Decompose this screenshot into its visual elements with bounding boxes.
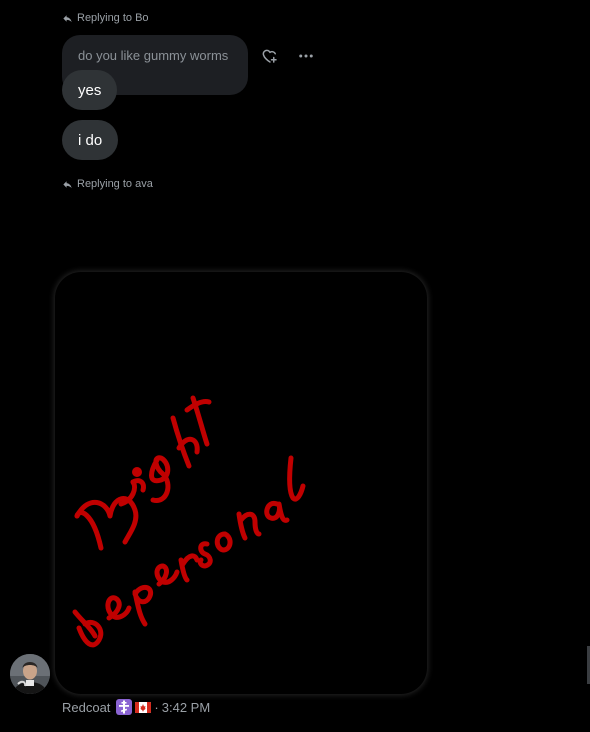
message-text: yes: [78, 81, 102, 99]
reply-context-ava: Replying to ava: [62, 178, 153, 190]
add-reaction-icon[interactable]: [260, 46, 280, 66]
message-timestamp: 3:42 PM: [161, 699, 211, 715]
message-bubble-yes[interactable]: yes: [62, 70, 118, 110]
reply-arrow-icon: [63, 180, 72, 188]
canada-flag-icon: [135, 701, 152, 713]
reply-context-label: Replying to Bo: [77, 12, 149, 24]
quoted-message-text: do you like gummy worms: [78, 48, 229, 63]
reply-arrow-icon: [63, 14, 72, 22]
author-name[interactable]: Redcoat: [62, 700, 110, 715]
message-meta: Redcoat · 3:42 PM: [62, 699, 210, 715]
more-options-icon[interactable]: [296, 46, 316, 66]
avatar-portrait-icon: [10, 654, 50, 694]
reply-context-bo: Replying to Bo: [62, 12, 149, 24]
message-bubble-i-do[interactable]: i do: [62, 120, 119, 160]
meta-separator: ·: [154, 699, 159, 715]
reply-context-label: Replying to ava: [77, 178, 153, 190]
avatar[interactable]: [10, 654, 50, 694]
scribble-drawing: [72, 395, 306, 648]
media-image[interactable]: [55, 272, 427, 694]
message-text: i do: [78, 131, 103, 149]
orthodox-cross-icon: [116, 699, 133, 715]
